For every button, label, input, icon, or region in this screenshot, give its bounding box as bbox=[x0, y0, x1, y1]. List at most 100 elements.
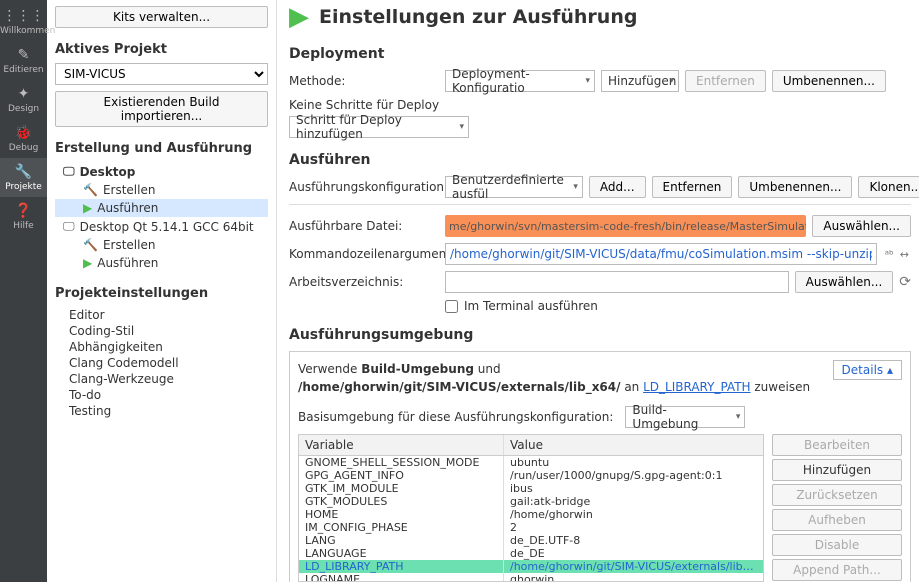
env-buttons: Bearbeiten Hinzufügen Zurücksetzen Aufhe… bbox=[772, 434, 902, 582]
rail-projects[interactable]: 🔧Projekte bbox=[0, 158, 47, 197]
kit-build[interactable]: 🔨Erstellen bbox=[55, 181, 268, 199]
kit-qt[interactable]: 🖵 Desktop Qt 5.14.1 GCC 64bit bbox=[55, 217, 268, 236]
rail-debug[interactable]: 🐞 Debug bbox=[0, 119, 47, 158]
deploy-method-select[interactable]: Deployment-Konfiguratio bbox=[445, 70, 595, 92]
edit-icon: ✎ bbox=[0, 47, 47, 63]
design-icon: ✦ bbox=[0, 86, 47, 102]
mode-rail: ⋮⋮⋮Willkommen ✎Editieren ✦Design 🐞Debug … bbox=[0, 0, 47, 582]
page-title: Einstellungen zur Ausführung bbox=[319, 6, 637, 28]
settings-editor[interactable]: Editor bbox=[69, 307, 268, 323]
run-settings-panel: ▶ Einstellungen zur Ausführung Deploymen… bbox=[277, 0, 919, 582]
project-settings-title: Projekteinstellungen bbox=[55, 286, 268, 301]
kit-run-selected[interactable]: ▶Ausführen bbox=[55, 199, 268, 217]
runconfig-remove-button[interactable]: Entfernen bbox=[652, 176, 733, 198]
build-run-title: Erstellung und Ausführung bbox=[55, 141, 268, 156]
manage-kits-button[interactable]: Kits verwalten... bbox=[55, 6, 268, 28]
kit-desktop[interactable]: 🖵Desktop bbox=[55, 162, 268, 181]
kit-sub-label: Ausführen bbox=[97, 201, 158, 215]
env-add-button[interactable]: Hinzufügen bbox=[772, 459, 902, 481]
settings-testing[interactable]: Testing bbox=[69, 403, 268, 419]
env-col-variable: Variable bbox=[299, 435, 504, 455]
env-remove-button[interactable]: Aufheben bbox=[772, 509, 902, 531]
env-row[interactable]: GNOME_SHELL_SESSION_MODEubuntu bbox=[299, 456, 763, 469]
deploy-add-button[interactable]: Hinzufügen bbox=[601, 70, 679, 92]
env-summary: Verwende Build-Umgebung und /home/ghorwi… bbox=[298, 360, 902, 396]
settings-deps[interactable]: Abhängigkeiten bbox=[69, 339, 268, 355]
env-row[interactable]: LD_LIBRARY_PATH/home/ghorwin/git/SIM-VIC… bbox=[299, 560, 763, 573]
runconfig-select[interactable]: Benutzerdefinierte ausfül bbox=[445, 176, 583, 198]
runconfig-rename-button[interactable]: Umbenennen... bbox=[738, 176, 852, 198]
env-details-button[interactable]: Details ▴ bbox=[833, 360, 902, 380]
executable-choose-button[interactable]: Auswählen... bbox=[812, 215, 911, 237]
deploy-no-steps: Keine Schritte für Deploy bbox=[289, 98, 911, 112]
env-append-button[interactable]: Append Path... bbox=[772, 559, 902, 581]
rail-label: Debug bbox=[9, 143, 39, 153]
monitor-icon: 🖵 bbox=[63, 219, 75, 234]
env-var: LANGUAGE bbox=[299, 547, 504, 560]
settings-coding[interactable]: Coding-Stil bbox=[69, 323, 268, 339]
env-row[interactable]: LANGUAGEde_DE bbox=[299, 547, 763, 560]
runconfig-clone-button[interactable]: Klonen... bbox=[858, 176, 919, 198]
env-table[interactable]: Variable Value GNOME_SHELL_SESSION_MODEu… bbox=[298, 434, 764, 582]
project-sidebar: Kits verwalten... Aktives Projekt SIM-VI… bbox=[47, 0, 277, 582]
settings-clang-tools[interactable]: Clang-Werkzeuge bbox=[69, 371, 268, 387]
ld-path-link[interactable]: LD_LIBRARY_PATH bbox=[643, 380, 750, 394]
args-var-icon[interactable]: ᵃᵇ bbox=[883, 248, 896, 261]
deployment-heading: Deployment bbox=[289, 46, 911, 62]
env-val: ghorwin bbox=[504, 573, 763, 582]
args-expand-icon[interactable]: ↔ bbox=[898, 248, 911, 261]
rail-edit[interactable]: ✎ Editieren bbox=[0, 41, 47, 80]
active-project-title: Aktives Projekt bbox=[55, 42, 268, 57]
env-var: LD_LIBRARY_PATH bbox=[299, 560, 504, 573]
env-row[interactable]: IM_CONFIG_PHASE2 bbox=[299, 521, 763, 534]
play-icon: ▶ bbox=[83, 256, 92, 270]
active-project-select[interactable]: SIM-VICUS bbox=[55, 63, 268, 85]
kit-build-2[interactable]: 🔨Erstellen bbox=[55, 236, 268, 254]
kit-label: Desktop bbox=[80, 165, 136, 179]
env-row[interactable]: GTK_MODULESgail:atk-bridge bbox=[299, 495, 763, 508]
rail-label: Editieren bbox=[3, 65, 43, 75]
env-row[interactable]: LANGde_DE.UTF-8 bbox=[299, 534, 763, 547]
kit-label: Desktop Qt 5.14.1 GCC 64bit bbox=[80, 220, 254, 234]
args-input[interactable] bbox=[445, 243, 877, 265]
args-label: Kommandozeilenargumente: bbox=[289, 247, 439, 261]
project-settings-list: Editor Coding-Stil Abhängigkeiten Clang … bbox=[55, 307, 268, 419]
env-reset-button[interactable]: Zurücksetzen bbox=[772, 484, 902, 506]
terminal-checkbox[interactable] bbox=[445, 300, 458, 313]
deploy-remove-button[interactable]: Entfernen bbox=[685, 70, 766, 92]
runconfig-add-button[interactable]: Add... bbox=[589, 176, 646, 198]
import-build-button[interactable]: Existierenden Build importieren... bbox=[55, 91, 268, 127]
terminal-label: Im Terminal ausführen bbox=[464, 299, 598, 313]
env-col-value: Value bbox=[504, 435, 763, 455]
env-disable-button[interactable]: Disable bbox=[772, 534, 902, 556]
wrench-icon: 🔧 bbox=[0, 164, 47, 180]
kit-sub-label: Erstellen bbox=[103, 238, 156, 252]
bug-icon: 🐞 bbox=[0, 125, 47, 141]
workdir-choose-button[interactable]: Auswählen... bbox=[795, 271, 894, 293]
kit-sub-label: Ausführen bbox=[97, 256, 158, 270]
rail-help[interactable]: ❓Hilfe bbox=[0, 197, 47, 236]
env-row[interactable]: HOME/home/ghorwin bbox=[299, 508, 763, 521]
executable-field[interactable]: me/ghorwin/svn/mastersim-code-fresh/bin/… bbox=[445, 215, 806, 237]
env-var: GPG_AGENT_INFO bbox=[299, 469, 504, 482]
env-val: /home/ghorwin/git/SIM-VICUS/externals/li… bbox=[504, 560, 763, 573]
rail-welcome[interactable]: ⋮⋮⋮Willkommen bbox=[0, 2, 47, 41]
settings-todo[interactable]: To-do bbox=[69, 387, 268, 403]
env-row[interactable]: GTK_IM_MODULEibus bbox=[299, 482, 763, 495]
env-row[interactable]: LOGNAMEghorwin bbox=[299, 573, 763, 582]
env-var: IM_CONFIG_PHASE bbox=[299, 521, 504, 534]
deploy-rename-button[interactable]: Umbenennen... bbox=[772, 70, 886, 92]
base-env-select[interactable]: Build-Umgebung bbox=[625, 406, 745, 428]
deploy-add-step[interactable]: Schritt für Deploy hinzufügen bbox=[289, 116, 469, 138]
env-val: de_DE bbox=[504, 547, 763, 560]
kit-run-2[interactable]: ▶ Ausführen bbox=[55, 254, 268, 272]
rail-design[interactable]: ✦Design bbox=[0, 80, 47, 119]
help-icon: ❓ bbox=[0, 203, 47, 219]
env-row[interactable]: GPG_AGENT_INFO/run/user/1000/gnupg/S.gpg… bbox=[299, 469, 763, 482]
env-heading: Ausführungsumgebung bbox=[289, 327, 911, 343]
env-edit-button[interactable]: Bearbeiten bbox=[772, 434, 902, 456]
workdir-input[interactable] bbox=[445, 271, 789, 293]
workdir-reset-icon[interactable]: ⟳ bbox=[899, 274, 911, 290]
env-val: gail:atk-bridge bbox=[504, 495, 763, 508]
settings-clang-model[interactable]: Clang Codemodell bbox=[69, 355, 268, 371]
